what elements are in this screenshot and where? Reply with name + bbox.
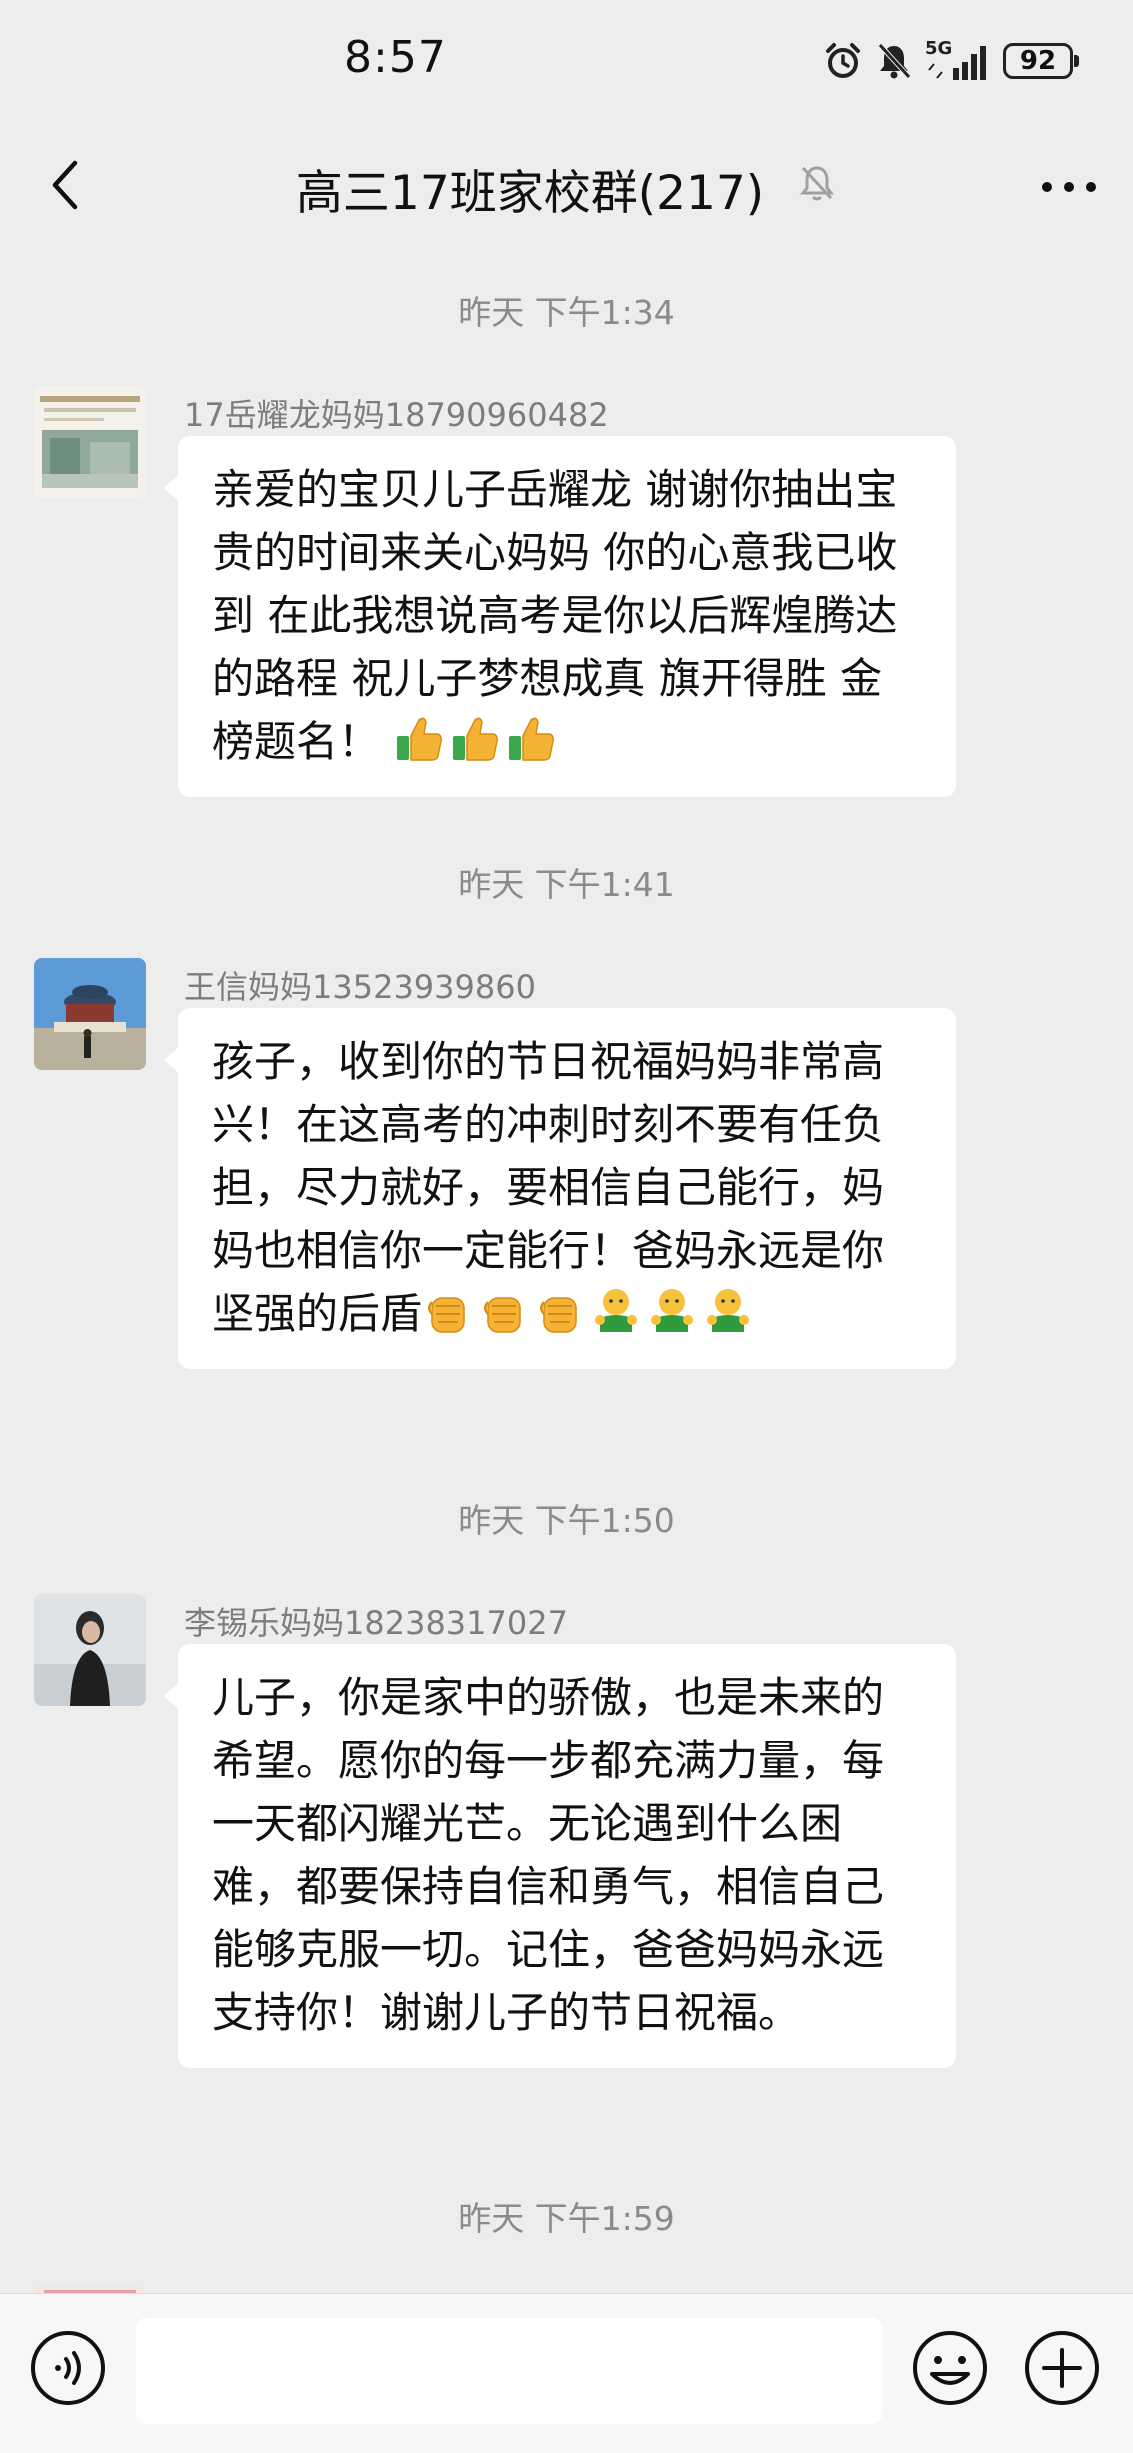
voice-icon xyxy=(31,2331,105,2405)
thumbs-up-emoji xyxy=(397,717,443,761)
avatar[interactable] xyxy=(34,2286,146,2293)
more-actions-button[interactable] xyxy=(1022,2328,1102,2408)
message-text: 儿子，你是家中的骄傲，也是未来的希望。愿你的每一步都充满力量，每一天都闪耀光芒。… xyxy=(212,1673,885,2037)
emoji-group xyxy=(422,1289,758,1338)
message-timestamp: 昨天 下午1:34 xyxy=(458,293,675,332)
thumbs-up-emoji xyxy=(453,717,499,761)
thumbs-up-emoji xyxy=(509,717,555,761)
more-dots-icon xyxy=(1042,182,1096,192)
muted-bell-icon xyxy=(797,161,837,216)
sender-name: 17岳耀龙妈妈18790960482 xyxy=(184,396,609,434)
message-timestamp: 昨天 下午1:59 xyxy=(458,2199,675,2238)
emoji-group xyxy=(393,717,561,766)
chat-header: 高三17班家校群(217) xyxy=(0,120,1133,250)
fist-emoji xyxy=(428,1297,465,1333)
avatar[interactable] xyxy=(34,386,146,498)
message-bubble[interactable]: 孩子，收到你的节日祝福妈妈非常高兴！在这高考的冲刺时刻不要有任负担，尽力就好，要… xyxy=(164,1008,956,1369)
fist-emoji xyxy=(484,1297,521,1333)
emoji-button[interactable] xyxy=(910,2328,990,2408)
chat-title-bar[interactable]: 高三17班家校群(217) xyxy=(0,154,1133,223)
alarm-icon xyxy=(823,41,863,81)
sender-name: 李锡乐妈妈18238317027 xyxy=(184,1604,568,1642)
more-options-button[interactable] xyxy=(1029,152,1109,222)
message-timestamp: 昨天 下午1:50 xyxy=(458,1501,675,1540)
sender-name: 王信妈妈13523939860 xyxy=(184,968,536,1006)
mute-bell-icon xyxy=(875,41,913,81)
signal-icon: 5G xyxy=(925,38,991,82)
chat-input-bar xyxy=(0,2293,1133,2453)
hug-emoji xyxy=(707,1289,750,1332)
avatar[interactable] xyxy=(34,958,146,1070)
emoji-face-icon xyxy=(913,2331,987,2405)
battery-icon: 92 xyxy=(1003,43,1079,79)
status-bar: 8:57 5G 92 xyxy=(0,0,1133,120)
avatar[interactable] xyxy=(34,1594,146,1706)
message-timestamp: 昨天 下午1:41 xyxy=(458,865,675,904)
status-icons: 5G 92 xyxy=(823,38,1079,84)
chat-message-list[interactable]: 昨天 下午1:34 17岳耀龙妈妈18790960482 亲爱的宝贝儿子岳耀龙 … xyxy=(0,250,1133,2293)
message-bubble[interactable]: 儿子，你是家中的骄傲，也是未来的希望。愿你的每一步都充满力量，每一天都闪耀光芒。… xyxy=(164,1644,956,2068)
hug-emoji xyxy=(595,1289,638,1332)
battery-level: 92 xyxy=(1019,46,1057,76)
message-bubble[interactable]: 亲爱的宝贝儿子岳耀龙 谢谢你抽出宝贵的时间来关心妈妈 你的心意我已收到 在此我想… xyxy=(164,436,956,797)
fist-emoji xyxy=(540,1297,577,1333)
voice-button[interactable] xyxy=(28,2328,108,2408)
status-time: 8:57 xyxy=(344,32,447,83)
chat-title: 高三17班家校群(217) xyxy=(295,166,765,221)
message-input[interactable] xyxy=(136,2318,882,2424)
hug-emoji xyxy=(651,1289,694,1332)
plus-icon xyxy=(1025,2331,1099,2405)
